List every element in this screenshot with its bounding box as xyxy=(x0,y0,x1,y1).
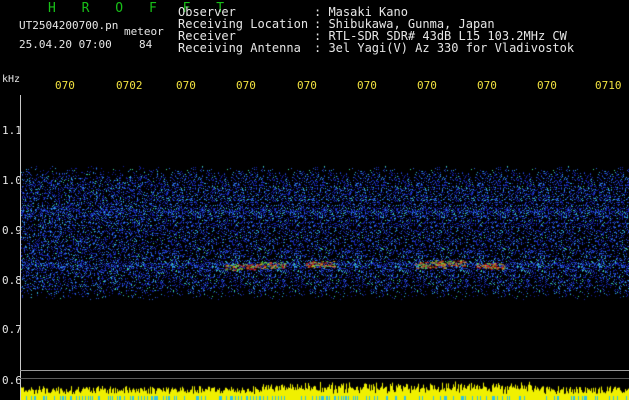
meteor-count: 84 xyxy=(139,38,153,51)
y-tick-label: 1.1 xyxy=(2,124,22,137)
y-tick-label: 0.7 xyxy=(2,323,22,336)
y-tick-label: 0.8 xyxy=(2,274,22,287)
x-tick-label: 0702 xyxy=(116,79,143,92)
x-tick-label: 070 xyxy=(537,79,557,92)
y-tick-label: 1.0 xyxy=(2,174,22,187)
x-tick-label: 070 xyxy=(55,79,75,92)
antenna-key: Receiving Antenna xyxy=(178,41,301,55)
x-tick-label: 070 xyxy=(236,79,256,92)
y-axis-line xyxy=(20,95,21,400)
x-tick-label: 0710 xyxy=(595,79,622,92)
meteor-label: meteor xyxy=(124,25,164,38)
y-axis-unit: kHz xyxy=(2,74,21,85)
filename: UT2504200700.pn xyxy=(19,19,119,32)
x-tick-label: 070 xyxy=(297,79,317,92)
antenna-value: : 3el Yagi(V) Az 330 for Vladivostok xyxy=(314,41,575,55)
y-tick-label: 0.6 xyxy=(2,374,22,387)
x-tick-label: 070 xyxy=(417,79,437,92)
spectrogram xyxy=(20,95,629,400)
baseline xyxy=(20,370,629,371)
datetime: 25.04.20 07:00 xyxy=(19,38,112,51)
x-tick-label: 070 xyxy=(477,79,497,92)
x-tick-label: 070 xyxy=(176,79,196,92)
level-baseline xyxy=(20,378,629,379)
y-tick-label: 0.9 xyxy=(2,224,22,237)
x-tick-label: 070 xyxy=(357,79,377,92)
